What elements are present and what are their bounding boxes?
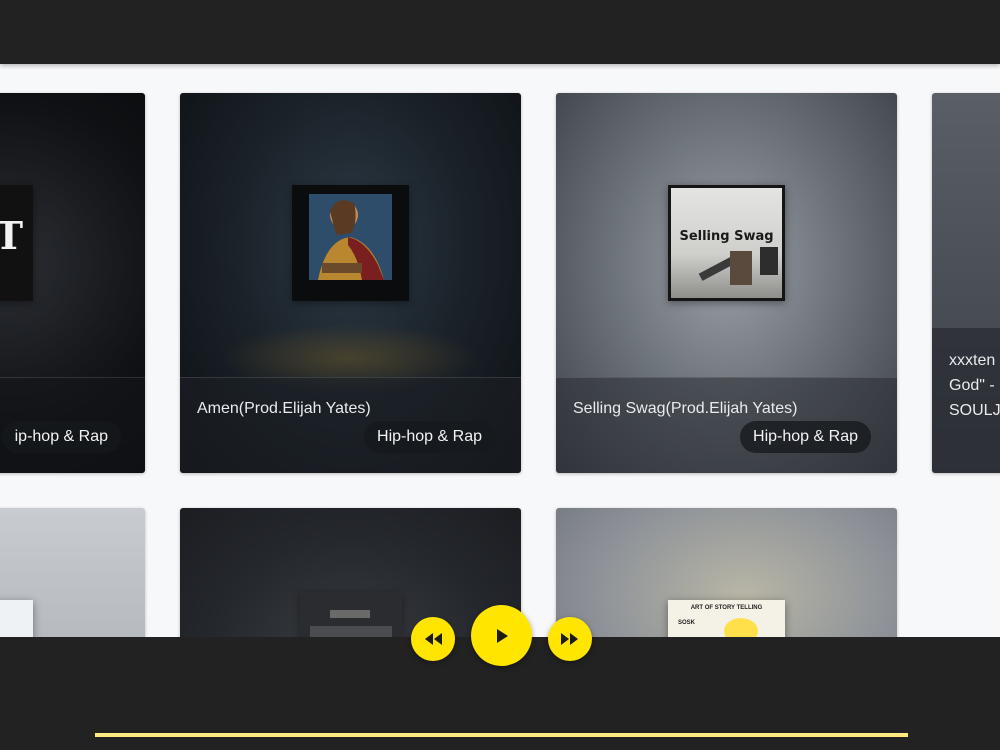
cover-title: ART OF STORY TELLING	[690, 605, 763, 611]
song-card[interactable]: Selling Swag Selling Swag(Prod.Elijah Ya…	[556, 93, 897, 473]
previous-button[interactable]	[411, 617, 455, 661]
song-card[interactable]: xxxten God" - SOULJ	[932, 93, 1000, 473]
song-card[interactable]	[180, 508, 521, 637]
card-info: xxxten God" - SOULJ	[932, 327, 1000, 473]
card-info: Amen(Prod.Elijah Yates) Hip-hop & Rap	[180, 377, 521, 473]
song-card[interactable]	[0, 508, 145, 637]
next-button[interactable]	[548, 617, 592, 661]
top-app-bar	[0, 0, 1000, 64]
album-cover: T	[0, 185, 33, 301]
album-cover: Selling Swag	[668, 185, 785, 301]
progress-bar[interactable]	[95, 733, 908, 737]
play-button[interactable]	[471, 605, 532, 666]
genre-tag[interactable]: Hip-hop & Rap	[740, 421, 871, 453]
fast-forward-icon	[561, 633, 578, 645]
album-cover	[300, 592, 402, 637]
genre-tag[interactable]: ip-hop & Rap	[1, 421, 121, 453]
genre-tag[interactable]: Hip-hop & Rap	[364, 421, 495, 453]
cover-title: Selling Swag	[679, 229, 774, 244]
song-grid: T ) ip-hop & Rap Amen(Prod.Elijah Yates)…	[0, 64, 1000, 637]
card-info: Selling Swag(Prod.Elijah Yates) Hip-hop …	[556, 377, 897, 473]
album-cover: ART OF STORY TELLING SOSK	[668, 600, 785, 637]
album-cover	[292, 185, 409, 301]
rewind-icon	[425, 633, 442, 645]
album-cover	[0, 600, 33, 637]
song-card[interactable]: ART OF STORY TELLING SOSK	[556, 508, 897, 637]
song-title: xxxten God" - SOULJ	[949, 352, 1000, 419]
card-info: ) ip-hop & Rap	[0, 377, 145, 473]
play-icon	[496, 628, 508, 643]
song-card[interactable]: Amen(Prod.Elijah Yates) Hip-hop & Rap	[180, 93, 521, 473]
song-title: Amen(Prod.Elijah Yates)	[197, 400, 371, 417]
cover-subtitle: SOSK	[678, 620, 696, 626]
song-card[interactable]: T ) ip-hop & Rap	[0, 93, 145, 473]
song-title: Selling Swag(Prod.Elijah Yates)	[573, 400, 798, 417]
